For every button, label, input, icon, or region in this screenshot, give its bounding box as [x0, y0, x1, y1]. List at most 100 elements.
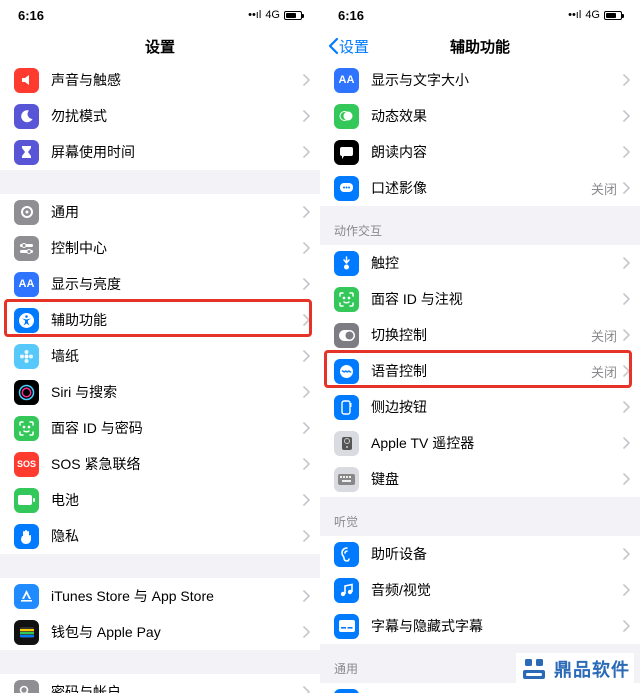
chevron-right-icon	[303, 422, 310, 434]
chevron-right-icon	[303, 74, 310, 86]
chevron-right-icon	[303, 590, 310, 602]
chevron-right-icon	[303, 206, 310, 218]
row-label: 密码与帐户	[51, 682, 303, 693]
row-label: iTunes Store 与 App Store	[51, 586, 303, 606]
row-siri[interactable]: Siri 与搜索	[0, 374, 320, 410]
row-value: 关闭	[591, 179, 617, 198]
row-gear[interactable]: 通用	[0, 194, 320, 230]
access-icon	[14, 308, 39, 333]
chevron-right-icon	[623, 257, 630, 269]
back-label: 设置	[339, 36, 369, 57]
row-cc[interactable]: 字幕与隐藏式字幕	[320, 608, 640, 644]
chevron-right-icon	[623, 401, 630, 413]
chevron-right-icon	[303, 530, 310, 542]
chevron-right-icon	[303, 110, 310, 122]
row-label: 动态效果	[371, 106, 623, 126]
status-right: ••ıl 4G	[248, 9, 302, 21]
row-aa[interactable]: AA显示与亮度	[0, 266, 320, 302]
row-value: 关闭	[591, 362, 617, 381]
chevron-right-icon	[623, 74, 630, 86]
wallet-icon	[14, 620, 39, 645]
motion-icon	[334, 104, 359, 129]
aa-icon: AA	[14, 272, 39, 297]
nav-title: 设置	[145, 36, 175, 57]
switches-icon	[14, 236, 39, 261]
settings-list[interactable]: 声音与触感勿扰模式屏幕使用时间通用控制中心 AA显示与亮度辅助功能墙纸Siri 与…	[0, 62, 320, 693]
status-time: 6:16	[18, 8, 44, 23]
row-side[interactable]: 侧边按钮	[320, 389, 640, 425]
row-switch[interactable]: 切换控制关闭	[320, 317, 640, 353]
back-button[interactable]: 设置	[328, 36, 369, 57]
chevron-right-icon	[623, 365, 630, 377]
row-label: Apple TV 遥控器	[371, 433, 623, 453]
row-faceid[interactable]: 面容 ID 与注视	[320, 281, 640, 317]
watermark: 鼎品软件	[516, 653, 634, 685]
settings-pane: 6:16 ••ıl 4G 设置 声音与触感勿扰模式屏幕使用时间通用控制中心 AA显…	[0, 0, 320, 693]
row-appstore[interactable]: iTunes Store 与 App Store	[0, 578, 320, 614]
row-label: 通用	[51, 202, 303, 222]
network-label: 4G	[265, 9, 280, 21]
row-voice[interactable]: 语音控制关闭	[320, 353, 640, 389]
row-label: 勿扰模式	[51, 106, 303, 126]
sounds-icon	[14, 68, 39, 93]
row-touch[interactable]: 触控	[320, 245, 640, 281]
row-label: 辅助功能	[51, 310, 303, 330]
row-motion[interactable]: 动态效果	[320, 98, 640, 134]
appstore-icon	[14, 584, 39, 609]
chevron-right-icon	[303, 242, 310, 254]
hand-icon	[14, 524, 39, 549]
gear-icon	[14, 200, 39, 225]
voice-icon	[334, 359, 359, 384]
battery-icon	[604, 11, 622, 20]
row-hand[interactable]: 隐私	[0, 518, 320, 554]
row-battery[interactable]: 电池	[0, 482, 320, 518]
row-ear[interactable]: 助听设备	[320, 536, 640, 572]
row-label: 语音控制	[371, 361, 591, 381]
row-label: 面容 ID 与注视	[371, 289, 623, 309]
accessibility-list[interactable]: AA显示与文字大小动态效果朗读内容口述影像关闭动作交互触控面容 ID 与注视切换…	[320, 62, 640, 693]
row-wallet[interactable]: 钱包与 Apple Pay	[0, 614, 320, 650]
chevron-right-icon	[623, 437, 630, 449]
row-aa[interactable]: AA显示与文字大小	[320, 62, 640, 98]
row-speak[interactable]: 朗读内容	[320, 134, 640, 170]
chevron-right-icon	[623, 620, 630, 632]
row-label: 音频/视觉	[371, 580, 623, 600]
chevron-right-icon	[623, 182, 630, 194]
row-access[interactable]: 辅助功能	[0, 302, 320, 338]
row-label: 触控	[371, 253, 623, 273]
row-moon[interactable]: 勿扰模式	[0, 98, 320, 134]
row-switches[interactable]: 控制中心	[0, 230, 320, 266]
group-header: 动作交互	[320, 206, 640, 245]
status-bar: 6:16 ••ıl 4G	[0, 0, 320, 30]
row-sounds[interactable]: 声音与触感	[0, 62, 320, 98]
row-flower[interactable]: 墙纸	[0, 338, 320, 374]
hourglass-icon	[14, 140, 39, 165]
moon-icon	[14, 104, 39, 129]
row-label: SOS 紧急联络	[51, 454, 303, 474]
watermark-text: 鼎品软件	[554, 656, 630, 682]
switch-icon	[334, 323, 359, 348]
audio-icon	[334, 578, 359, 603]
row-sos[interactable]: SOSSOS 紧急联络	[0, 446, 320, 482]
chevron-right-icon	[623, 293, 630, 305]
row-label: 隐私	[51, 526, 303, 546]
status-time: 6:16	[338, 8, 364, 23]
network-label: 4G	[585, 9, 600, 21]
row-tv[interactable]: Apple TV 遥控器	[320, 425, 640, 461]
row-keyboard[interactable]: 键盘	[320, 461, 640, 497]
speak-icon	[334, 140, 359, 165]
chevron-right-icon	[303, 626, 310, 638]
flower-icon	[14, 344, 39, 369]
keyboard-icon	[334, 467, 359, 492]
row-label: 控制中心	[51, 238, 303, 258]
row-bubble[interactable]: 口述影像关闭	[320, 170, 640, 206]
accessibility-pane: 6:16 ••ıl 4G 设置 辅助功能 AA显示与文字大小动态效果朗读内容口述…	[320, 0, 640, 693]
row-faceid[interactable]: 面容 ID 与密码	[0, 410, 320, 446]
ear-icon	[334, 542, 359, 567]
chevron-right-icon	[623, 584, 630, 596]
row-audio[interactable]: 音频/视觉	[320, 572, 640, 608]
row-label: 字幕与隐藏式字幕	[371, 616, 623, 636]
row-key[interactable]: 密码与帐户	[0, 674, 320, 693]
row-hourglass[interactable]: 屏幕使用时间	[0, 134, 320, 170]
row-label: 电池	[51, 490, 303, 510]
